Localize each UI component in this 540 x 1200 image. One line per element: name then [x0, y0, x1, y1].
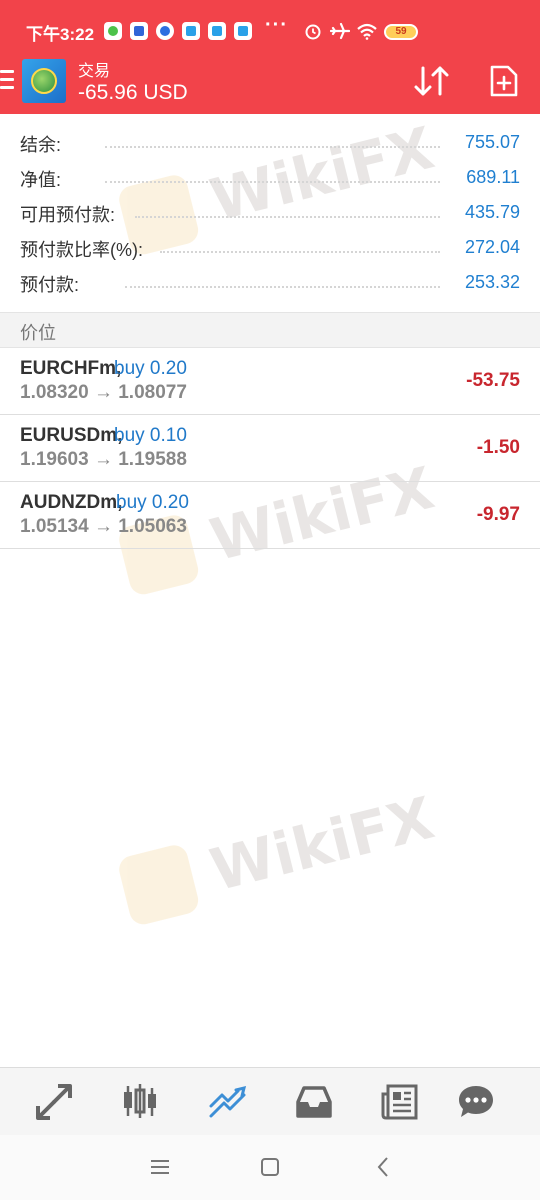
position-prices: 1.05134 → 1.05063	[20, 516, 187, 537]
position-direction: buy 0.20	[114, 358, 187, 379]
sort-icon[interactable]	[413, 64, 451, 98]
account-summary: 结余: 755.07 净值: 689.11 可用预付款: 435.79 预付款比…	[0, 125, 540, 300]
position-row[interactable]: EURCHFm, buy 0.20 1.08320 → 1.08077 -53.…	[0, 348, 540, 415]
history-icon[interactable]	[294, 1082, 334, 1122]
menu-icon[interactable]	[0, 70, 14, 90]
chat-icon[interactable]	[456, 1082, 496, 1122]
positions-list: EURCHFm, buy 0.20 1.08320 → 1.08077 -53.…	[0, 348, 540, 549]
bottom-toolbar	[0, 1067, 540, 1135]
position-symbol: EURCHFm,	[20, 358, 122, 379]
equity-label: 净值:	[20, 170, 62, 190]
positions-section-header: 价位	[0, 312, 540, 348]
position-profit: -9.97	[476, 504, 520, 525]
position-symbol: EURUSDm,	[20, 425, 123, 446]
new-order-icon[interactable]	[489, 64, 519, 98]
page-title: 交易	[78, 63, 111, 80]
watermark: WikiFX	[116, 783, 440, 928]
margin-label: 预付款:	[20, 275, 80, 295]
balance-value: 755.07	[464, 132, 520, 152]
position-row[interactable]: EURUSDm, buy 0.10 1.19603 → 1.19588 -1.5…	[0, 415, 540, 482]
status-bar: 下午3:22 ··· 59	[0, 0, 540, 56]
back-icon[interactable]	[372, 1155, 396, 1179]
app-notification-icon	[182, 22, 200, 40]
summary-row-balance: 结余: 755.07	[0, 125, 540, 160]
margin-value: 253.32	[464, 272, 520, 292]
news-icon[interactable]	[380, 1082, 420, 1122]
status-time: 下午3:22	[26, 25, 95, 44]
k-app-icon	[156, 22, 174, 40]
chart-icon[interactable]	[120, 1082, 160, 1122]
alarm-icon	[305, 24, 321, 40]
position-row[interactable]: AUDNZDm, buy 0.20 1.05134 → 1.05063 -9.9…	[0, 482, 540, 549]
summary-row-margin-level: 预付款比率(%): 272.04	[0, 230, 540, 265]
position-symbol: AUDNZDm,	[20, 492, 123, 513]
status-app-icons	[104, 22, 252, 40]
equity-value: 689.11	[466, 167, 520, 187]
recent-apps-icon[interactable]	[148, 1155, 172, 1179]
position-prices: 1.08320 → 1.08077	[20, 382, 187, 403]
quotes-icon[interactable]	[34, 1082, 74, 1122]
dotted-leader	[135, 216, 440, 218]
dotted-leader	[160, 251, 440, 253]
margin-level-value: 272.04	[464, 237, 520, 257]
metatrader-logo	[22, 59, 66, 103]
free-margin-value: 435.79	[464, 202, 520, 222]
position-direction: buy 0.20	[116, 492, 189, 513]
wechat-icon	[104, 22, 122, 40]
home-icon[interactable]	[258, 1155, 282, 1179]
summary-row-margin: 预付款: 253.32	[0, 265, 540, 300]
margin-level-label: 预付款比率(%):	[20, 240, 143, 260]
position-profit: -1.50	[476, 437, 520, 458]
app-notification-icon	[234, 22, 252, 40]
dotted-leader	[105, 146, 440, 148]
position-direction: buy 0.10	[114, 425, 187, 446]
dotted-leader	[125, 286, 440, 288]
summary-row-free-margin: 可用预付款: 435.79	[0, 195, 540, 230]
app-notification-icon	[208, 22, 226, 40]
wifi-icon	[357, 23, 377, 40]
total-profit: -65.96 USD	[78, 81, 188, 104]
baidu-icon	[130, 22, 148, 40]
battery-indicator: 59	[384, 24, 418, 40]
summary-row-equity: 净值: 689.11	[0, 160, 540, 195]
system-nav-bar	[0, 1135, 540, 1200]
airplane-mode-icon	[330, 22, 350, 40]
free-margin-label: 可用预付款:	[20, 205, 116, 225]
position-prices: 1.19603 → 1.19588	[20, 449, 187, 470]
status-more-indicator: ···	[265, 14, 288, 36]
app-header: 交易 -65.96 USD	[0, 56, 540, 114]
section-title: 价位	[20, 323, 56, 343]
position-profit: -53.75	[466, 370, 520, 391]
dotted-leader	[105, 181, 440, 183]
trade-icon[interactable]	[208, 1082, 248, 1122]
balance-label: 结余:	[20, 135, 62, 155]
